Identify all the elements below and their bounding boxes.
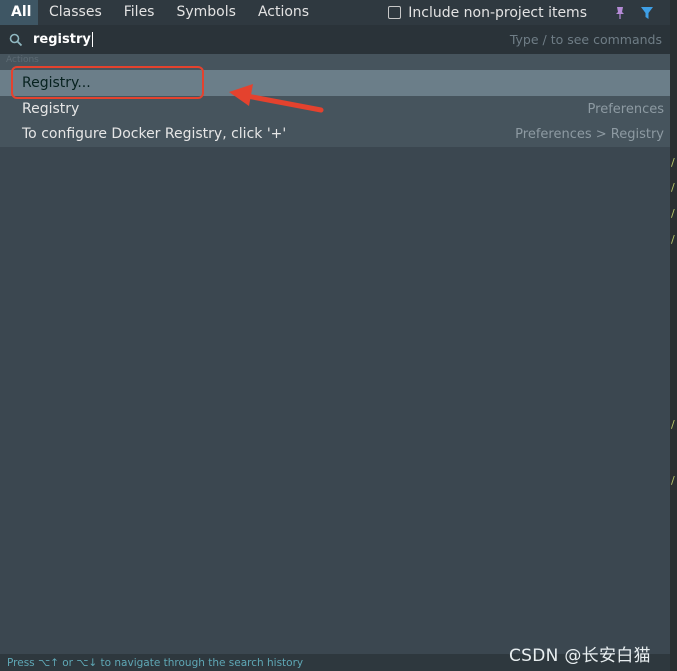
edge-mark-icon: / bbox=[671, 418, 675, 431]
tab-classes[interactable]: Classes bbox=[38, 0, 113, 25]
filter-icon[interactable] bbox=[640, 6, 654, 20]
result-label: Registry bbox=[22, 101, 80, 117]
result-row-registry-preferences[interactable]: Registry Preferences bbox=[0, 96, 670, 122]
search-input[interactable]: registry bbox=[33, 32, 233, 47]
group-label: Actions bbox=[6, 55, 39, 65]
text-caret bbox=[91, 32, 93, 47]
edge-mark-icon: / bbox=[671, 474, 675, 487]
search-everywhere-tabbar: All Classes Files Symbols Actions Includ… bbox=[0, 0, 670, 25]
tab-files[interactable]: Files bbox=[113, 0, 166, 25]
search-hint: Type / to see commands bbox=[509, 32, 662, 47]
empty-results-area bbox=[0, 147, 670, 654]
tab-all[interactable]: All bbox=[0, 0, 38, 25]
result-label: To configure Docker Registry, click '+' bbox=[22, 126, 287, 142]
watermark: CSDN @长安白猫 bbox=[509, 646, 651, 666]
footer-hint: Press ⌥↑ or ⌥↓ to navigate through the s… bbox=[7, 656, 304, 669]
include-non-project-checkbox[interactable]: Include non-project items bbox=[388, 0, 587, 25]
tab-actions[interactable]: Actions bbox=[247, 0, 320, 25]
edge-mark-icon: / bbox=[671, 156, 675, 169]
annotation-highlight-box bbox=[11, 66, 204, 99]
edge-mark-icon: / bbox=[671, 207, 675, 220]
annotation-arrow-icon bbox=[229, 84, 324, 113]
edge-mark-icon: / bbox=[671, 181, 675, 194]
result-row-docker-registry[interactable]: To configure Docker Registry, click '+' … bbox=[0, 121, 670, 147]
search-row: registry Type / to see commands bbox=[0, 25, 670, 54]
pin-icon[interactable] bbox=[613, 6, 627, 20]
result-location: Preferences bbox=[587, 101, 664, 117]
checkbox-label: Include non-project items bbox=[408, 4, 587, 21]
edge-mark-icon: / bbox=[671, 233, 675, 246]
search-input-value: registry bbox=[33, 32, 91, 47]
editor-edge-strip: / / / / / / bbox=[670, 0, 677, 671]
search-icon bbox=[9, 33, 23, 46]
checkbox-box[interactable] bbox=[388, 6, 402, 19]
tab-symbols[interactable]: Symbols bbox=[165, 0, 246, 25]
result-location: Preferences > Registry bbox=[515, 126, 664, 142]
